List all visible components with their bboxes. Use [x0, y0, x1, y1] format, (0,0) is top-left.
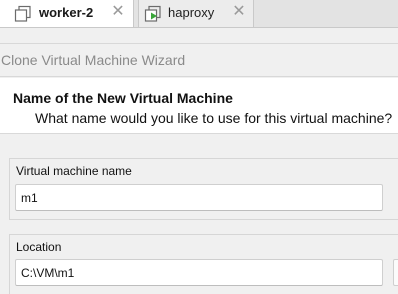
- vm-running-icon: [144, 5, 162, 23]
- browse-button[interactable]: [393, 259, 398, 286]
- tab-strip: worker-2 ✕ haproxy ✕: [0, 0, 398, 28]
- tab-haproxy[interactable]: haproxy ✕: [138, 0, 254, 27]
- close-icon[interactable]: ✕: [231, 3, 247, 21]
- wizard-title-bar: Clone Virtual Machine Wizard: [0, 43, 398, 77]
- close-icon[interactable]: ✕: [110, 3, 126, 21]
- location-input[interactable]: [15, 259, 383, 286]
- vm-name-input[interactable]: [15, 184, 383, 211]
- wizard-title: Clone Virtual Machine Wizard: [1, 52, 186, 68]
- page-subtitle: What name would you like to use for this…: [35, 110, 393, 126]
- name-label: Virtual machine name: [16, 164, 132, 178]
- vm-window-icon: [14, 5, 32, 23]
- tab-label: haproxy: [168, 5, 215, 20]
- tab-worker-2[interactable]: worker-2 ✕: [0, 0, 134, 27]
- location-label: Location: [16, 240, 62, 254]
- tab-label: worker-2: [39, 5, 94, 20]
- vmware-window: worker-2 ✕ haproxy ✕ Clone Virtual Machi…: [0, 0, 398, 294]
- wizard-header: Name of the New Virtual Machine What nam…: [0, 78, 398, 134]
- page-title: Name of the New Virtual Machine: [13, 90, 233, 106]
